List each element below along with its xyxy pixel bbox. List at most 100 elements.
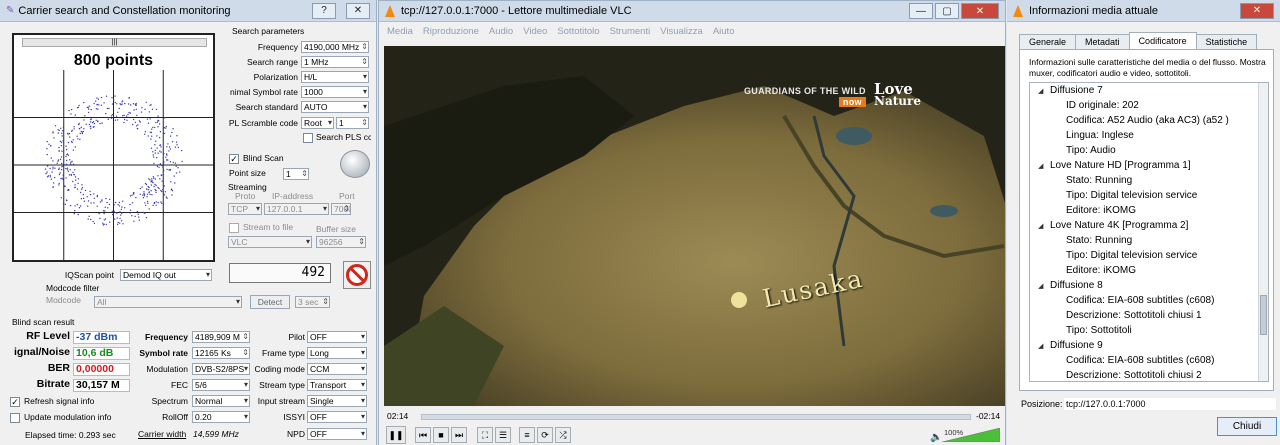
expand-triangle-icon[interactable]: ◢: [1038, 159, 1050, 174]
player-select[interactable]: VLC: [228, 236, 312, 248]
plot-scrollbar[interactable]: |||: [22, 38, 207, 47]
search-range-input[interactable]: 1 MHz: [301, 56, 369, 68]
pl-scramble-value[interactable]: 1: [336, 117, 369, 129]
ip-select[interactable]: 127.0.0.1: [264, 203, 329, 215]
menu-audio[interactable]: Audio: [489, 26, 513, 40]
seek-bar[interactable]: [421, 414, 971, 420]
carrier-width-label[interactable]: Carrier width: [138, 429, 186, 440]
result-frequency-label: Frequency: [145, 332, 188, 342]
tree-leaf-node[interactable]: Codifica: EIA-608 subtitles (c608): [1030, 353, 1268, 368]
expand-triangle-icon[interactable]: ◢: [1038, 279, 1050, 294]
tree-leaf-node[interactable]: Tipo: Sottotitoli: [1030, 323, 1268, 338]
tab-statistiche[interactable]: Statistiche: [1195, 34, 1258, 49]
speaker-icon[interactable]: 🔈: [930, 432, 942, 443]
iqscan-select[interactable]: Demod IQ out: [120, 269, 212, 281]
info-close-button[interactable]: ✕: [1240, 2, 1274, 19]
stop-button[interactable]: [343, 261, 371, 289]
npd-select[interactable]: OFF: [307, 428, 367, 440]
scan-icon[interactable]: [340, 150, 370, 178]
pilot-select[interactable]: OFF: [307, 331, 367, 343]
tree-group-node[interactable]: ◢ Diffusione 9: [1030, 338, 1268, 353]
tab-metadati[interactable]: Metadati: [1075, 34, 1130, 49]
menu-sottotitolo[interactable]: Sottotitolo: [557, 26, 599, 40]
close-info-button[interactable]: Chiudi: [1217, 417, 1277, 436]
spectrum-select[interactable]: Normal: [192, 395, 250, 407]
tree-group-node[interactable]: ◢ Love Nature 4K [Programma 2]: [1030, 218, 1268, 233]
previous-button[interactable]: ⏮: [415, 427, 431, 443]
menu-visualizza[interactable]: Visualizza: [660, 26, 703, 40]
fullscreen-button[interactable]: ⛶: [477, 427, 493, 443]
tree-scroll-thumb[interactable]: [1260, 295, 1267, 335]
tree-leaf-node[interactable]: Stato: Running: [1030, 173, 1268, 188]
update-modulation-checkbox[interactable]: [10, 413, 20, 423]
tree-leaf-node[interactable]: Tipo: Digital television service: [1030, 188, 1268, 203]
tree-leaf-node[interactable]: Descrizione: Sottotitoli chiusi 1: [1030, 308, 1268, 323]
stream-type-select[interactable]: Transport: [307, 379, 367, 391]
tree-leaf-node[interactable]: ID originale: 202: [1030, 98, 1268, 113]
port-input[interactable]: 7000: [331, 203, 351, 215]
expand-triangle-icon[interactable]: ◢: [1038, 219, 1050, 234]
symbol-rate-select[interactable]: 1000: [301, 86, 369, 98]
modcode-select[interactable]: All: [94, 296, 242, 308]
tree-group-node[interactable]: ◢ Diffusione 8: [1030, 278, 1268, 293]
minimize-button[interactable]: —: [909, 3, 933, 19]
volume-slider[interactable]: 100%: [941, 427, 1001, 443]
search-standard-select[interactable]: AUTO: [301, 101, 369, 113]
tab-generale[interactable]: Generale: [1019, 34, 1077, 49]
rolloff-select[interactable]: 0.20: [192, 411, 250, 423]
video-area[interactable]: GUARDIANS OF THE WILD now Love Nature Lu…: [384, 46, 1005, 406]
menu-strumenti[interactable]: Strumenti: [610, 26, 651, 40]
frame-type-select[interactable]: Long: [307, 347, 367, 359]
expand-triangle-icon[interactable]: ◢: [1038, 339, 1050, 354]
modulation-select[interactable]: DVB-S2/8PS: [192, 363, 250, 375]
expand-triangle-icon[interactable]: ◢: [1038, 84, 1050, 99]
issyi-select[interactable]: OFF: [307, 411, 367, 423]
tree-leaf-node[interactable]: Editore: iKOMG: [1030, 203, 1268, 218]
pause-button[interactable]: ❚❚: [386, 426, 406, 444]
extended-settings-button[interactable]: ☰: [495, 427, 511, 443]
close-button[interactable]: ✕: [346, 2, 370, 19]
refresh-signal-checkbox[interactable]: ✓: [10, 397, 20, 407]
frequency-input[interactable]: 4190,000 MHz: [301, 41, 369, 53]
tree-group-node[interactable]: ◢ Love Nature HD [Programma 1]: [1030, 158, 1268, 173]
polarization-select[interactable]: H/L: [301, 71, 369, 83]
stream-to-file-checkbox[interactable]: [229, 223, 239, 233]
search-pls-checkbox[interactable]: [303, 133, 313, 143]
tree-leaf-node[interactable]: Codifica: EIA-608 subtitles (c608): [1030, 293, 1268, 308]
pl-scramble-mode[interactable]: Root: [301, 117, 334, 129]
tree-leaf-node[interactable]: Tipo: Digital television service: [1030, 248, 1268, 263]
next-button[interactable]: ⏭: [451, 427, 467, 443]
vlc-close-button[interactable]: ✕: [961, 3, 999, 19]
shuffle-button[interactable]: ⤮: [555, 427, 571, 443]
codec-tree[interactable]: ◢ Diffusione 7 ID originale: 202 Codifica: …: [1029, 82, 1269, 382]
menu-media[interactable]: Media: [387, 26, 413, 40]
blind-scan-checkbox[interactable]: ✓: [229, 154, 239, 164]
maximize-button[interactable]: ▢: [935, 3, 959, 19]
location-field[interactable]: tcp://127.0.0.1:7000: [1063, 397, 1277, 411]
proto-select[interactable]: TCP: [228, 203, 262, 215]
tree-leaf-node[interactable]: Lingua: Inglese: [1030, 128, 1268, 143]
detect-sec-input[interactable]: 3 sec: [295, 296, 330, 308]
tree-leaf-node[interactable]: Descrizione: Sottotitoli chiusi 2: [1030, 368, 1268, 381]
loop-button[interactable]: ⟳: [537, 427, 553, 443]
tree-leaf-node[interactable]: Tipo: Audio: [1030, 143, 1268, 158]
tree-leaf-node[interactable]: Codifica: A52 Audio (aka AC3) (a52 ): [1030, 113, 1268, 128]
menu-video[interactable]: Video: [523, 26, 547, 40]
tree-leaf-node[interactable]: Stato: Running: [1030, 233, 1268, 248]
menu-riproduzione[interactable]: Riproduzione: [423, 26, 479, 40]
constellation-point: [119, 103, 121, 105]
detect-button[interactable]: Detect: [250, 295, 290, 309]
tree-group-node[interactable]: ◢ Diffusione 7: [1030, 83, 1268, 98]
buffer-size-input[interactable]: 96256: [316, 236, 366, 248]
point-size-input[interactable]: 1: [283, 168, 309, 180]
help-button[interactable]: ?: [312, 2, 336, 19]
fec-select[interactable]: 5/6: [192, 379, 250, 391]
menu-aiuto[interactable]: Aiuto: [713, 26, 735, 40]
stop-play-button[interactable]: ■: [433, 427, 449, 443]
coding-mode-select[interactable]: CCM: [307, 363, 367, 375]
tab-codificatore[interactable]: Codificatore: [1128, 32, 1197, 49]
input-stream-select[interactable]: Single: [307, 395, 367, 407]
tree-leaf-node[interactable]: Editore: iKOMG: [1030, 263, 1268, 278]
tree-scrollbar[interactable]: [1258, 83, 1268, 381]
playlist-button[interactable]: ≡: [519, 427, 535, 443]
